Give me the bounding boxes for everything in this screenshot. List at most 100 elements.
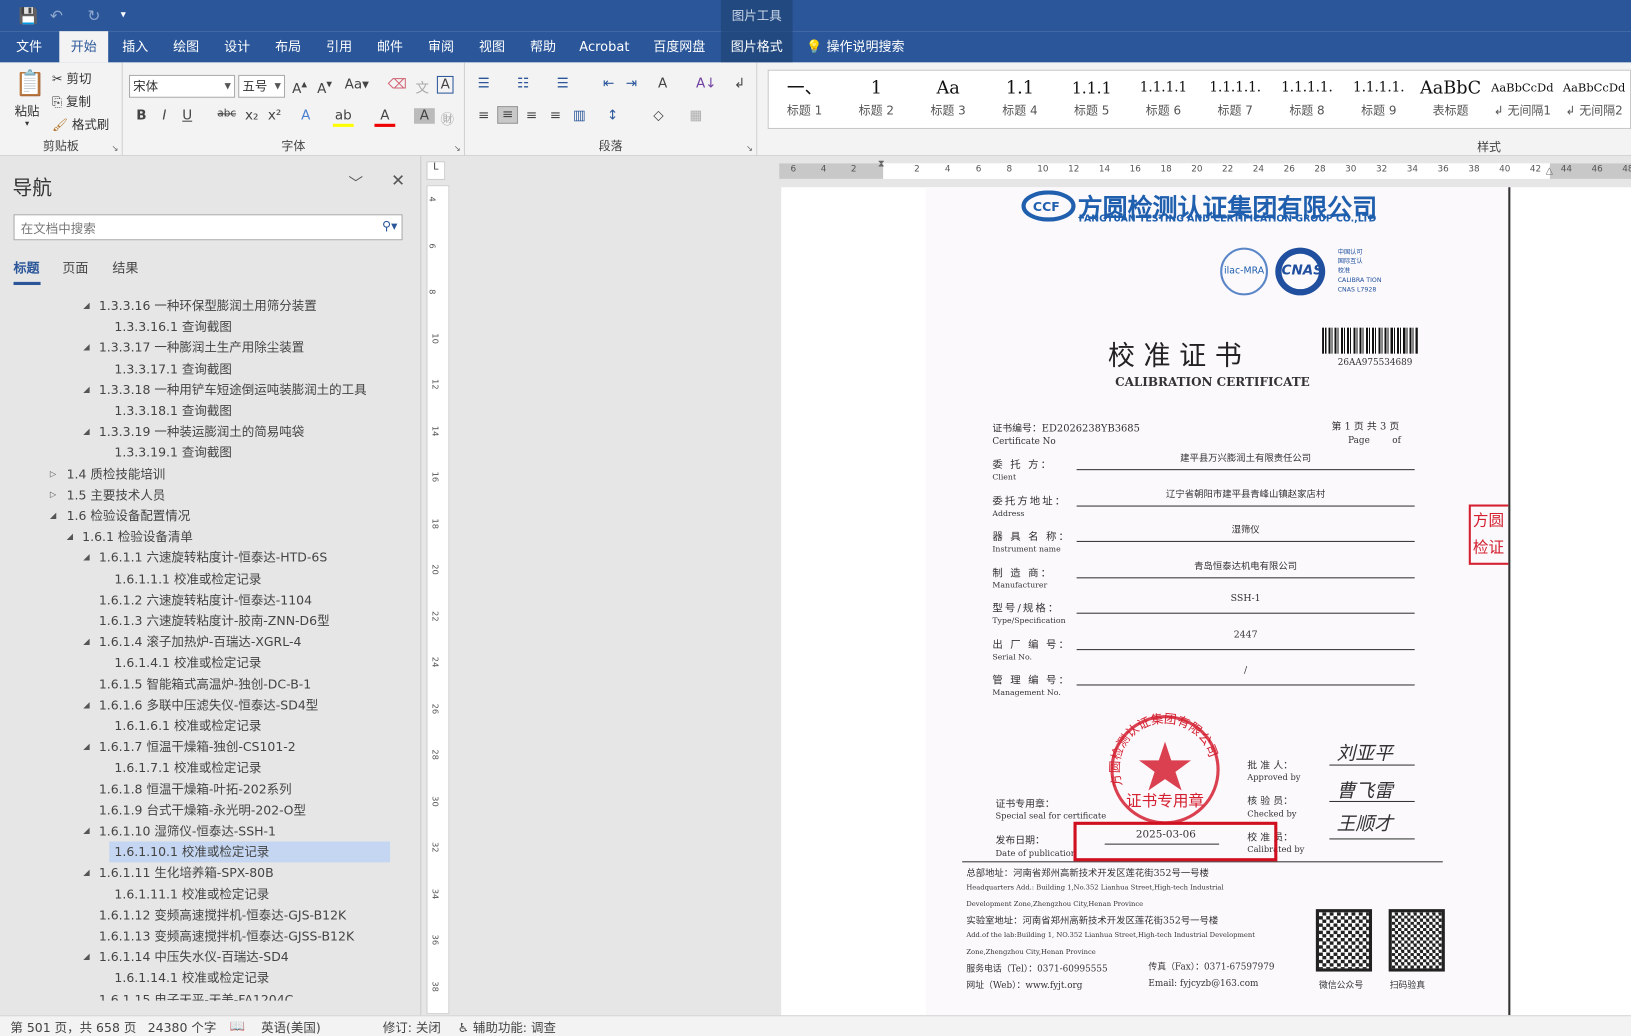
- borders-icon[interactable]: ▦: [685, 108, 706, 124]
- highlight-color-icon[interactable]: ab: [332, 108, 354, 127]
- tab-10[interactable]: 帮助: [520, 31, 566, 62]
- style-item[interactable]: AaBbCcDd ↲ 无间隔2: [1558, 71, 1630, 129]
- collapse-arrow-icon[interactable]: ◢: [83, 952, 93, 961]
- style-item[interactable]: 1 标题 2: [840, 71, 912, 129]
- collapse-arrow-icon[interactable]: ◢: [50, 511, 60, 520]
- multilevel-list-icon[interactable]: ☰: [552, 76, 573, 92]
- word-count[interactable]: 24380 个字: [148, 1018, 217, 1036]
- collapse-arrow-icon[interactable]: ◢: [83, 343, 93, 352]
- tab-results[interactable]: 结果: [112, 257, 138, 277]
- font-size-combo[interactable]: 五号 ▼: [238, 74, 286, 98]
- tab-4[interactable]: 设计: [214, 31, 260, 62]
- close-icon[interactable]: ✕: [391, 171, 405, 191]
- chinese-layout-icon[interactable]: A: [652, 76, 673, 92]
- align-center-icon[interactable]: ≡: [497, 106, 519, 124]
- nav-heading-item[interactable]: 1.6.1.3 六速旋转粘度计-胶南-ZNN-D6型: [94, 611, 330, 632]
- nav-heading-item[interactable]: 1.6.1.2 六速旋转粘度计-恒泰达-1104: [94, 590, 312, 611]
- right-indent-marker[interactable]: △: [1546, 166, 1553, 176]
- collapse-arrow-icon[interactable]: ◢: [83, 700, 93, 709]
- nav-heading-item[interactable]: 1.6 检验设备配置情况: [61, 506, 191, 527]
- certificate-image[interactable]: CCF 方圆检测认证集团有限公司 FANGYUAN TESTING AND CE…: [925, 187, 1511, 1016]
- nav-heading-item[interactable]: 1.6.1.1 六速旋转粘度计-恒泰达-HTD-6S: [94, 548, 327, 569]
- strikethrough-icon[interactable]: abc: [216, 108, 237, 119]
- align-left-icon[interactable]: ≡: [473, 108, 494, 124]
- show-marks-icon[interactable]: ↲: [729, 76, 750, 92]
- tab-9[interactable]: 视图: [469, 31, 515, 62]
- nav-heading-item[interactable]: 1.6.1.11 生化培养箱-SPX-80B: [94, 863, 274, 884]
- clipboard-launcher-icon[interactable]: ↘: [112, 144, 119, 153]
- tab-pages[interactable]: 页面: [62, 257, 88, 277]
- paste-dropdown-icon[interactable]: ▾: [25, 119, 29, 128]
- customize-quick-access-icon[interactable]: ▾: [121, 9, 126, 20]
- nav-heading-item[interactable]: 1.4 质检技能培训: [61, 464, 166, 485]
- nav-heading-item[interactable]: 1.6.1.9 台式干燥箱-永光明-202-O型: [94, 800, 306, 821]
- tab-2[interactable]: 插入: [112, 31, 158, 62]
- collapse-arrow-icon[interactable]: ◢: [83, 427, 93, 436]
- style-item[interactable]: 1.1.1.1 标题 6: [1128, 71, 1200, 129]
- nav-heading-item[interactable]: 1.6.1.10.1 校准或检定记录: [109, 841, 391, 863]
- style-item[interactable]: 一、 标题 1: [769, 71, 841, 129]
- nav-heading-item[interactable]: 1.6.1.6.1 校准或检定记录: [109, 716, 261, 737]
- tell-me-search[interactable]: 💡 操作说明搜索: [806, 31, 904, 62]
- nav-heading-item[interactable]: 1.6.1.10 湿筛仪-恒泰达-SSH-1: [94, 821, 276, 842]
- style-item[interactable]: 1.1.1.1. 标题 8: [1271, 71, 1343, 129]
- nav-heading-item[interactable]: 1.6.1.13 变频高速搅拌机-恒泰达-GJSS-B12K: [94, 926, 355, 947]
- align-right-icon[interactable]: ≡: [521, 108, 542, 124]
- style-item[interactable]: 1.1.1.1. 标题 7: [1199, 71, 1271, 129]
- tab-7[interactable]: 邮件: [367, 31, 413, 62]
- collapse-arrow-icon[interactable]: ◢: [83, 385, 93, 394]
- language[interactable]: 英语(美国): [261, 1018, 321, 1036]
- nav-heading-item[interactable]: 1.3.3.18 一种用铲车短途倒运吨装膨润土的工具: [94, 379, 367, 400]
- nav-heading-item[interactable]: 1.6.1.14.1 校准或检定记录: [109, 968, 269, 989]
- tab-6[interactable]: 引用: [316, 31, 362, 62]
- collapse-arrow-icon[interactable]: ◢: [83, 868, 93, 877]
- search-input[interactable]: 在文档中搜索 ⚲▾: [13, 214, 403, 241]
- tab-12[interactable]: 百度网盘: [647, 31, 711, 62]
- line-spacing-icon[interactable]: ↕: [602, 108, 623, 124]
- accessibility-status[interactable]: ♿ 辅助功能: 调查: [458, 1018, 556, 1036]
- collapse-arrow-icon[interactable]: ◢: [83, 742, 93, 751]
- decrease-indent-icon[interactable]: ⇤: [598, 76, 619, 92]
- collapse-arrow-icon[interactable]: ◢: [83, 301, 93, 310]
- underline-icon[interactable]: U: [177, 108, 198, 124]
- nav-heading-item[interactable]: 1.3.3.16 一种环保型膨润土用筛分装置: [94, 295, 317, 316]
- nav-heading-item[interactable]: 1.3.3.19 一种装运膨润土的简易吨袋: [94, 421, 304, 442]
- clear-formatting-icon[interactable]: ⌫: [387, 77, 408, 93]
- expand-arrow-icon[interactable]: ▷: [50, 469, 60, 478]
- tab-selector[interactable]: L: [426, 161, 446, 180]
- nav-heading-item[interactable]: 1.5 主要技术人员: [61, 485, 166, 506]
- nav-heading-item[interactable]: 1.3.3.19.1 查询截图: [109, 442, 231, 463]
- font-name-combo[interactable]: 宋体 ▼: [128, 74, 236, 98]
- cut-button[interactable]: ✂ 剪切: [52, 70, 91, 88]
- format-painter-button[interactable]: 🖌 格式刷: [52, 115, 109, 133]
- nav-heading-item[interactable]: 1.6.1.5 智能箱式高温炉-独创-DC-B-1: [94, 674, 311, 695]
- nav-heading-item[interactable]: 1.6.1.8 恒温干燥箱-叶拓-202系列: [94, 779, 292, 800]
- page-count[interactable]: 第 501 页，共 658 页: [10, 1018, 136, 1036]
- collapse-arrow-icon[interactable]: ◢: [67, 532, 77, 541]
- character-border-icon[interactable]: A: [436, 75, 454, 94]
- paste-icon[interactable]: 📋: [15, 69, 46, 98]
- increase-indent-icon[interactable]: ⇥: [621, 76, 642, 92]
- nav-heading-item[interactable]: 1.6.1.12 变频高速搅拌机-恒泰达-GJS-B12K: [94, 905, 346, 926]
- bold-icon[interactable]: B: [131, 108, 152, 124]
- style-item[interactable]: Aa 标题 3: [912, 71, 984, 129]
- text-effects-icon[interactable]: A: [295, 108, 316, 124]
- font-color-icon[interactable]: A: [374, 108, 396, 127]
- tab-3[interactable]: 绘图: [163, 31, 209, 62]
- collapse-arrow-icon[interactable]: ◢: [83, 637, 93, 646]
- paste-button[interactable]: 粘贴: [15, 102, 40, 120]
- collapse-arrow-icon[interactable]: ◢: [83, 553, 93, 562]
- nav-heading-item[interactable]: 1.6.1.4 滚子加热炉-百瑞达-XGRL-4: [94, 632, 302, 653]
- superscript-icon[interactable]: x²: [264, 108, 285, 124]
- copy-button[interactable]: ⎘ 复制: [52, 93, 91, 111]
- nav-heading-item[interactable]: 1.6.1.15 电子天平-天美-FA1204C: [94, 989, 294, 1001]
- tab-1[interactable]: 开始: [59, 31, 109, 63]
- style-item[interactable]: AaBbCcDd ↲ 无间隔1: [1486, 71, 1558, 129]
- bullets-icon[interactable]: ☰: [473, 76, 494, 92]
- numbering-icon[interactable]: ☷: [513, 76, 534, 92]
- nav-heading-item[interactable]: 1.6.1.6 多联中压滤失仪-恒泰达-SD4型: [94, 695, 318, 716]
- enclose-characters-icon[interactable]: ㊖: [437, 108, 458, 128]
- tab-8[interactable]: 审阅: [418, 31, 464, 62]
- grow-font-icon[interactable]: A▴: [289, 77, 310, 97]
- style-item[interactable]: 1.1 标题 4: [984, 71, 1056, 129]
